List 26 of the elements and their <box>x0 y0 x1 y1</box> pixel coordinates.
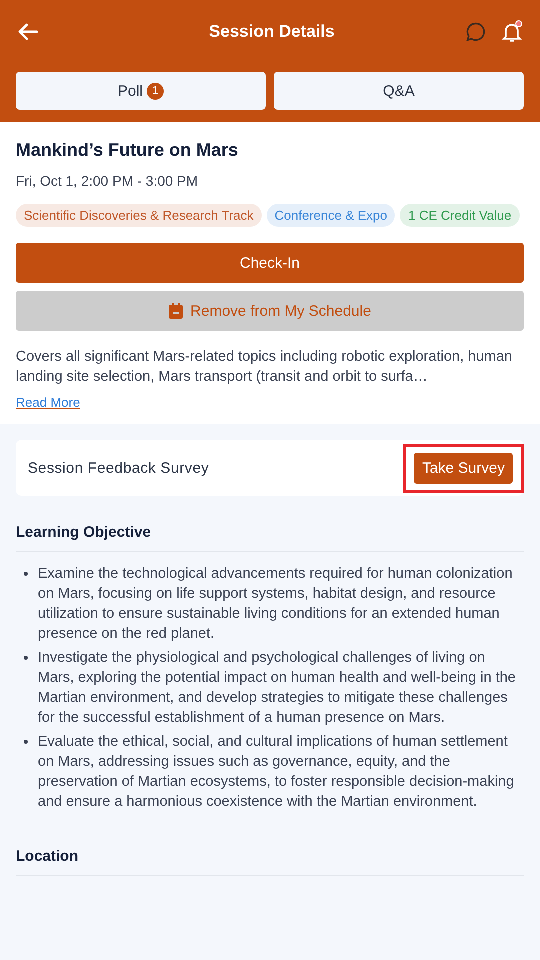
tag: Conference & Expo <box>266 204 396 227</box>
survey-label: Session Feedback Survey <box>28 460 210 476</box>
check-in-button[interactable]: Check-In <box>16 243 524 283</box>
bullet-icon <box>24 572 28 576</box>
read-more-link[interactable]: Read More <box>16 395 80 410</box>
tag: Scientific Discoveries & Research Track <box>16 204 262 227</box>
calendar-icon <box>168 303 183 319</box>
bullet-icon <box>24 740 28 744</box>
screen-title: Session Details <box>208 22 336 42</box>
notification-icon[interactable] <box>500 20 524 44</box>
tab[interactable]: Poll 1 <box>16 72 266 110</box>
session-title: Mankind’s Future on Mars <box>16 140 240 161</box>
count-badge: 1 <box>147 82 164 100</box>
take-survey-button[interactable]: Take Survey <box>414 452 513 484</box>
objective-text: Evaluate the ethical, social, and cultural implications of human settlement on Mars, addressing issues such as governance, equity, and the preservation of Martian ecosystems, to foster responsible decision-making and ensure a harmonious coexistence with the Martian environment. <box>38 733 516 812</box>
session-time: Fri, Oct 1, 2:00 PM - 3:00 PM <box>16 173 200 189</box>
section-heading: Location <box>16 848 524 876</box>
objective-text: Investigate the physiological and psychological challenges of living on Mars, exploring the potential impact on human health and well-being in the Martian environment, and develop strategies to mitigate these challenges for the successful establishment of a human presence on Mars. <box>38 649 517 728</box>
objective-text: Examine the technological advancements required for human colonization on Mars, focusing on life support systems, habitat design, and resource utilization to ensure sustainable living conditions for an extended human presence on the red planet. <box>38 565 514 644</box>
tag: 1 CE Credit Value <box>400 204 520 227</box>
session-description: Covers all significant Mars-related topics including robotic exploration, human landing site selection, Mars transport (transit and orbit to surfa… <box>16 348 514 387</box>
tab[interactable]: Q&A <box>274 72 524 110</box>
remove-schedule-button[interactable]: Remove from My Schedule <box>16 291 524 331</box>
chat-icon[interactable] <box>464 20 488 44</box>
bullet-icon <box>24 656 28 660</box>
section-heading: Learning Objective <box>16 524 524 552</box>
